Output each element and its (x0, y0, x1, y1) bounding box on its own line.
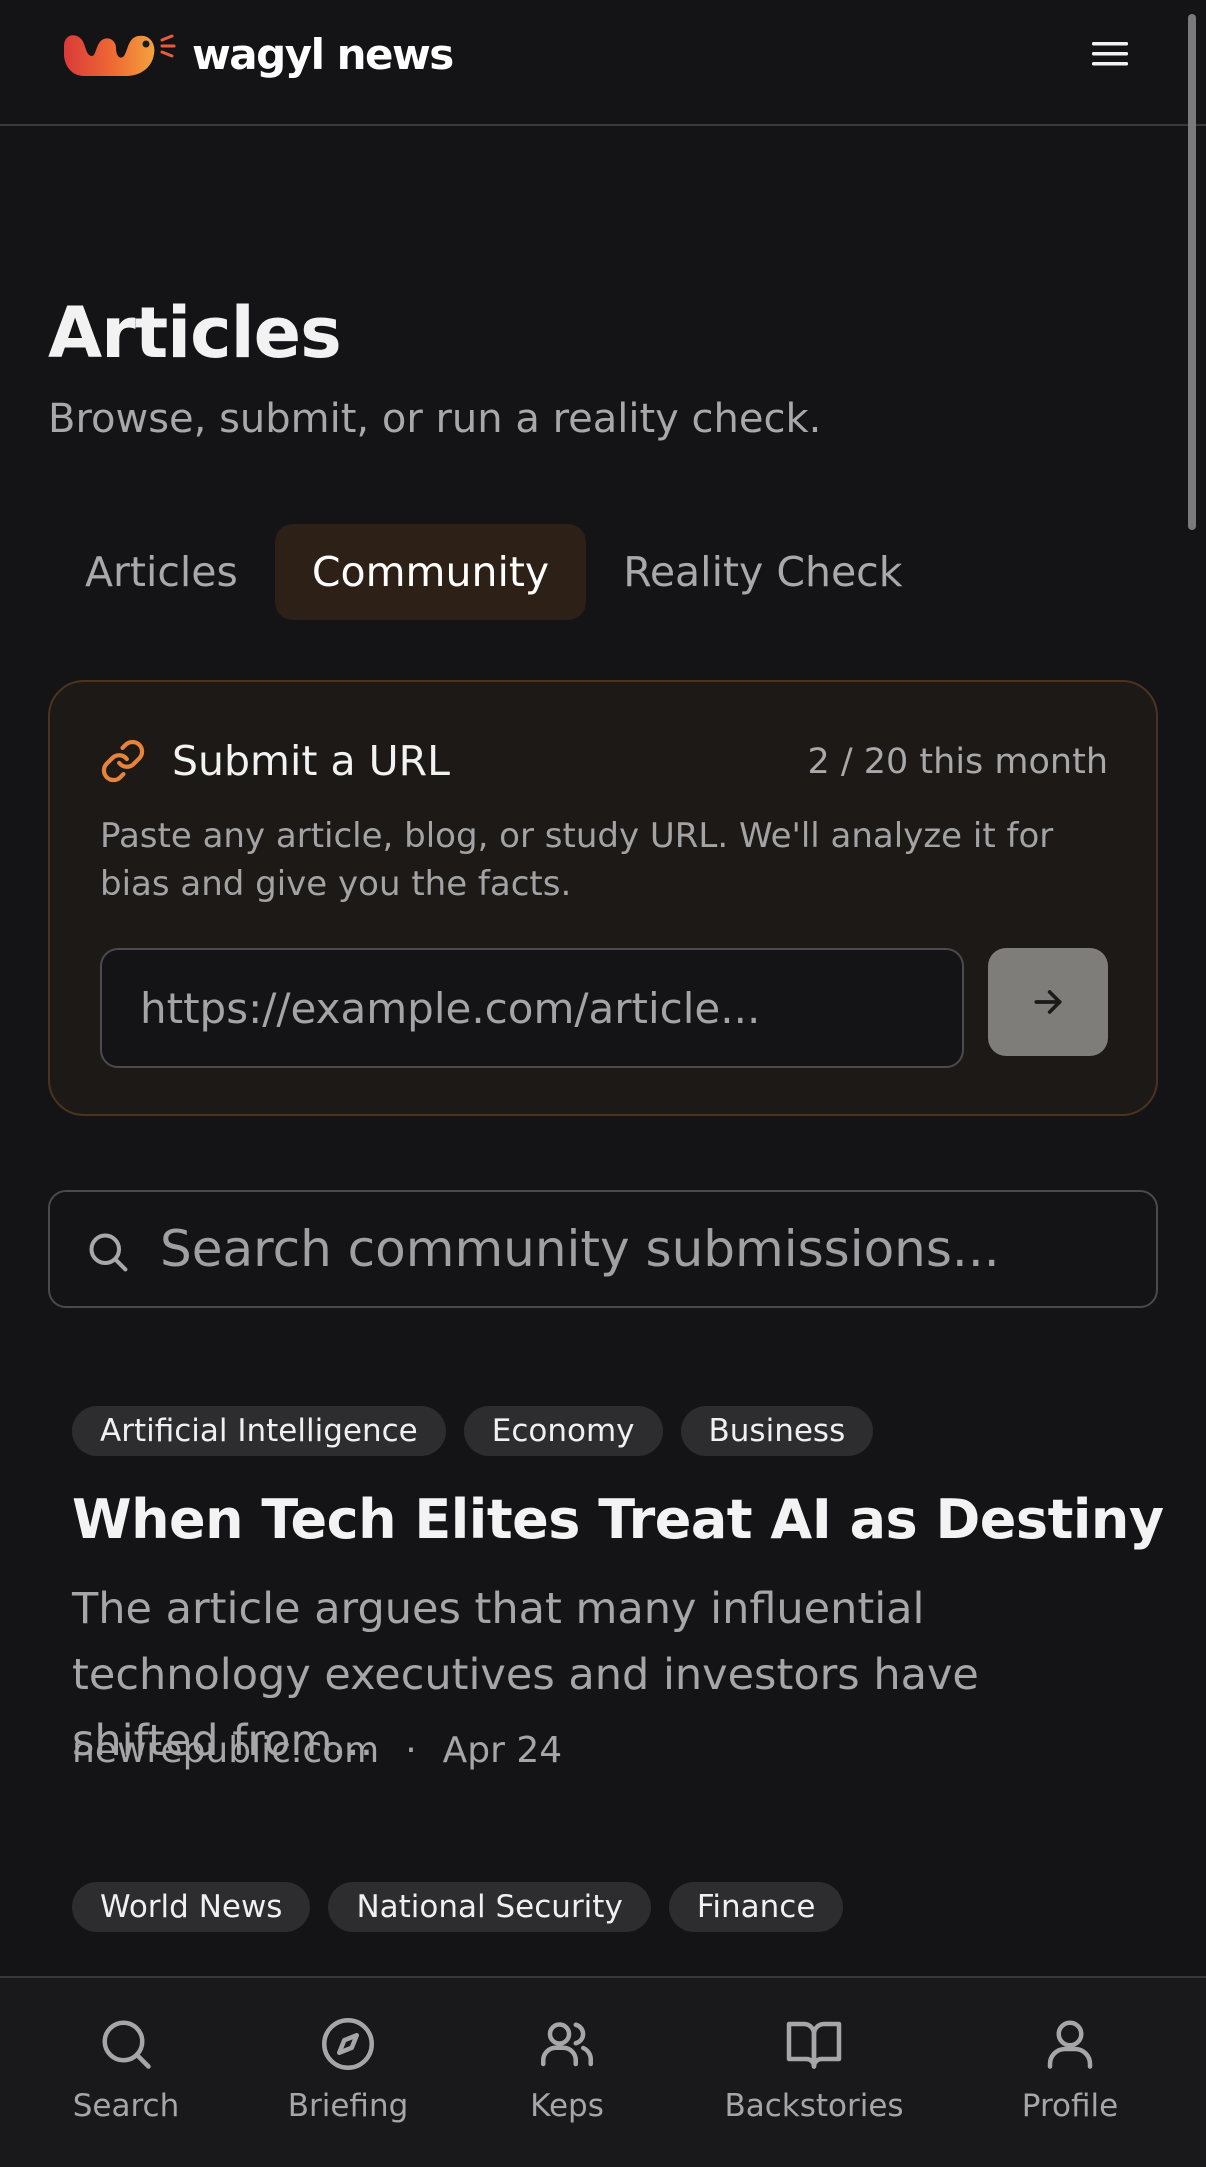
article-title[interactable]: When Tech Elites Treat AI as Destiny (72, 1488, 1164, 1551)
tag-chip[interactable]: Business (680, 1406, 874, 1456)
tag-list: World News National Security Finance (72, 1882, 1132, 1932)
users-icon (541, 2022, 594, 2067)
tag-chip[interactable]: World News (72, 1882, 311, 1932)
article-card[interactable]: Artificial Intelligence Economy Business… (72, 1406, 1164, 1786)
page-title: Articles (48, 292, 342, 374)
article-meta: newrepublic.com · Apr 24 (72, 1730, 562, 1771)
tab-community[interactable]: Community (274, 524, 587, 620)
nav-briefing[interactable]: Briefing (278, 2014, 418, 2124)
nav-label: Search (72, 2088, 180, 2124)
wagyl-logo-icon (64, 34, 176, 76)
nav-label: Profile (1021, 2088, 1119, 2124)
compass-icon (322, 2018, 374, 2070)
brand-name: wagyl news (192, 29, 454, 79)
community-search (48, 1190, 1158, 1308)
article-card[interactable]: World News National Security Finance (72, 1882, 1132, 1942)
arrow-right-icon (1034, 990, 1062, 1014)
page-scrollbar[interactable] (1188, 14, 1196, 530)
hamburger-menu-icon (1092, 42, 1128, 66)
submit-url-description: Paste any article, blog, or study URL. W… (100, 816, 1054, 904)
nav-backstories[interactable]: Backstories (714, 2014, 914, 2124)
tag-chip[interactable]: Economy (463, 1406, 663, 1456)
tab-articles[interactable]: Articles (48, 524, 275, 620)
article-source: newrepublic.com (72, 1730, 380, 1771)
app-header: wagyl news (0, 0, 1206, 126)
url-input[interactable] (100, 948, 964, 1068)
submission-quota: 2 / 20 this month (807, 742, 1108, 782)
submit-url-title: Submit a URL (172, 737, 450, 785)
search-icon (102, 2020, 151, 2069)
user-icon (1047, 2020, 1093, 2069)
nav-keps[interactable]: Keps (497, 2014, 637, 2124)
nav-label: Backstories (724, 2088, 904, 2124)
submit-url-card: Submit a URL 2 / 20 this month Paste any… (48, 680, 1158, 1116)
search-input[interactable] (160, 1192, 1140, 1306)
article-date: Apr 24 (442, 1730, 563, 1771)
tag-list: Artificial Intelligence Economy Business (72, 1406, 1132, 1456)
page: wagyl news Articles Browse, submit, or r… (0, 0, 1206, 2167)
submit-url-button[interactable] (988, 948, 1108, 1056)
nav-label: Keps (530, 2088, 604, 2124)
page-subtitle: Browse, submit, or run a reality check. (48, 396, 822, 442)
tag-chip[interactable]: Finance (668, 1882, 844, 1932)
tag-chip[interactable]: Artificial Intelligence (72, 1406, 446, 1456)
meta-separator: · (405, 1730, 417, 1771)
nav-search[interactable]: Search (56, 2014, 196, 2124)
nav-profile[interactable]: Profile (1000, 2014, 1140, 2124)
book-open-icon (786, 2021, 842, 2069)
nav-label: Briefing (287, 2088, 409, 2124)
brand-logo[interactable]: wagyl news (62, 26, 454, 82)
tab-reality-check[interactable]: Reality Check (586, 524, 939, 620)
bottom-navigation: Search Briefing Keps Backstories Profile (0, 1976, 1206, 2167)
hamburger-menu-button[interactable] (1090, 34, 1130, 74)
section-tabs: Articles Community Reality Check (48, 524, 939, 620)
search-icon (89, 1233, 128, 1272)
link-icon (101, 739, 145, 783)
tag-chip[interactable]: National Security (328, 1882, 651, 1932)
